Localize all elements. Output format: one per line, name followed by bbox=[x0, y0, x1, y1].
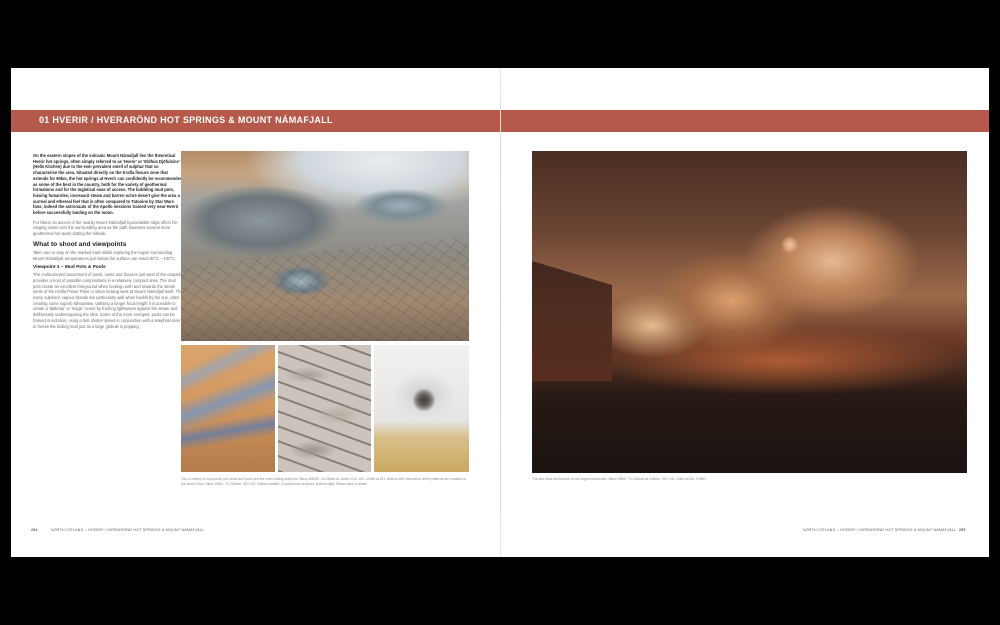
shoot-viewpoints-heading: What to shoot and viewpoints bbox=[33, 240, 127, 248]
fumarole-sunrise-photo bbox=[532, 151, 967, 473]
left-photo-caption: Top: A variety of mud pools, hot vents a… bbox=[181, 477, 467, 486]
right-photo-caption: The sun rises behind one of the largest … bbox=[532, 477, 706, 481]
safety-paragraph: Take care to stay on the marked trails w… bbox=[33, 249, 177, 261]
book-spread: 01 HVERIR / HVERARÖND HOT SPRINGS & MOUN… bbox=[11, 68, 989, 557]
steam-vent-photo bbox=[374, 345, 469, 472]
page-gutter bbox=[500, 68, 501, 557]
left-page-number: 284 bbox=[31, 528, 38, 532]
right-running-footer: NORTH ICELAND – HVERIR / HVERARÖND HOT S… bbox=[803, 528, 957, 532]
left-body-text: On the eastern slopes of the volcanic Mo… bbox=[33, 153, 183, 333]
intro-paragraph: On the eastern slopes of the volcanic Mo… bbox=[33, 153, 183, 216]
viewpoint-1-heading: Viewpoint 1 – Mud Pots & Pools bbox=[33, 265, 106, 271]
section-title: 01 HVERIR / HVERARÖND HOT SPRINGS & MOUN… bbox=[39, 115, 333, 125]
left-running-footer: NORTH ICELAND – HVERIR / HVERARÖND HOT S… bbox=[51, 528, 205, 532]
ochre-streams-photo bbox=[181, 345, 275, 472]
mud-pots-photo bbox=[181, 151, 469, 341]
right-page-number: 285 bbox=[959, 528, 966, 532]
hiking-paragraph: For hikers an ascent of the nearby Mount… bbox=[33, 219, 179, 237]
cracked-mud-photo bbox=[278, 345, 371, 472]
viewpoint-1-paragraph: The multicoloured assortment of pools, v… bbox=[33, 272, 183, 329]
